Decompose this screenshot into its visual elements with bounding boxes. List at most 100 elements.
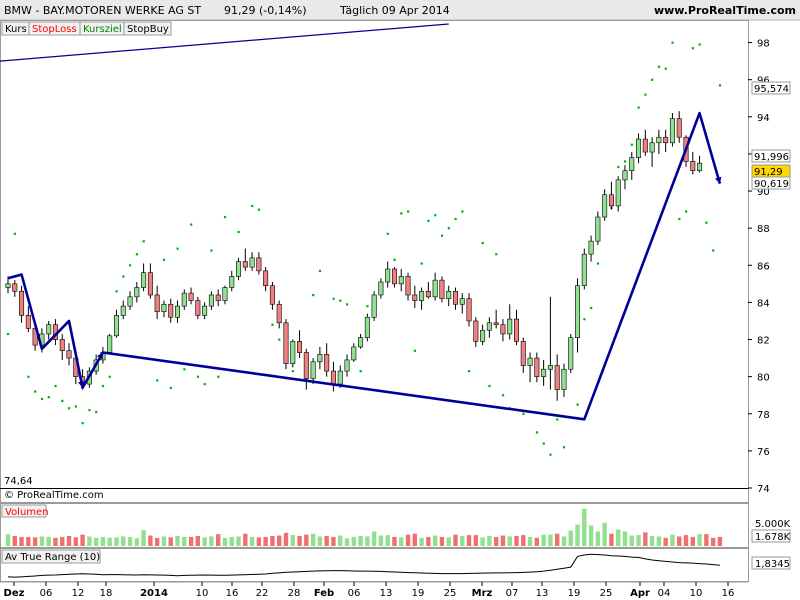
- stop-dot: [278, 338, 281, 341]
- volume-bar: [168, 537, 173, 546]
- date-tick-label: 16: [722, 588, 735, 599]
- stop-dot: [671, 41, 674, 44]
- price-tick-label: 80: [757, 373, 770, 384]
- date-tick-label: 22: [256, 588, 269, 599]
- candle-body: [25, 315, 31, 329]
- candle-body: [283, 322, 289, 364]
- volume-bar: [514, 536, 519, 546]
- volume-bar: [643, 532, 648, 546]
- candle-body: [412, 294, 418, 301]
- date-tick-label: 16: [226, 588, 239, 599]
- candle-body: [595, 216, 601, 242]
- price-tick-label: 86: [757, 261, 770, 272]
- candle-body: [575, 285, 581, 338]
- atr-panel-frame: [0, 548, 749, 582]
- candle-body: [175, 305, 181, 318]
- target-price-tag-text: 95,574: [754, 84, 789, 95]
- volume-bar: [690, 536, 695, 546]
- stop-dot: [101, 384, 105, 388]
- candlesticks: [5, 111, 703, 401]
- volume-bar: [87, 536, 92, 546]
- volume-bar: [127, 536, 133, 546]
- volume-bar: [256, 537, 262, 546]
- candle-body: [541, 368, 547, 377]
- volume-bar: [26, 536, 31, 546]
- volume-bar: [548, 534, 553, 546]
- stop-dot: [74, 405, 77, 408]
- date-tick-label: 19: [412, 588, 425, 599]
- candle-body: [154, 294, 160, 312]
- candle-body: [358, 337, 364, 348]
- volume-bar: [222, 537, 228, 546]
- volume-bar: [100, 536, 106, 546]
- candle-body: [378, 281, 384, 296]
- candle-body: [398, 276, 404, 285]
- candle-body: [486, 322, 492, 331]
- volume-bar: [229, 536, 234, 546]
- stop-dot: [196, 375, 200, 378]
- volume-bar: [466, 535, 472, 546]
- candle-body: [615, 179, 621, 207]
- stop-dot: [535, 431, 539, 434]
- stop-dot: [122, 275, 125, 278]
- candle-body: [466, 298, 472, 322]
- volume-bar: [636, 535, 641, 546]
- stop-dot: [7, 332, 10, 336]
- price-tick-label: 98: [757, 39, 770, 50]
- last-price-tag-text: 91,29: [754, 167, 783, 178]
- candle-body: [561, 368, 567, 390]
- date-tick-label: 06: [40, 588, 53, 599]
- candle-body: [290, 341, 296, 364]
- candle-body: [636, 138, 642, 158]
- stop-dot: [556, 418, 559, 421]
- stop-dot: [617, 165, 620, 169]
- volume-bar: [344, 538, 350, 546]
- stop-dot: [420, 262, 423, 265]
- volume-bar: [378, 535, 384, 546]
- volume-bar: [534, 537, 540, 546]
- date-tick-label: 13: [380, 588, 393, 599]
- stop-dot: [135, 253, 139, 256]
- volume-bar: [263, 536, 268, 546]
- tab-kurs-label: Kurs: [5, 24, 27, 35]
- date-tick-label: Apr: [630, 588, 650, 599]
- candle-body: [493, 322, 499, 325]
- stop-dot: [495, 253, 498, 256]
- stop-dot: [400, 212, 403, 215]
- stop-dot: [413, 349, 416, 352]
- stop-dot: [698, 43, 701, 46]
- volume-bar: [175, 536, 180, 546]
- volume-bar: [575, 524, 580, 546]
- stop-dot: [312, 293, 315, 297]
- candle-body: [202, 305, 208, 316]
- candle-body: [697, 162, 703, 171]
- stop-dot: [583, 318, 586, 321]
- candle-body: [168, 303, 174, 318]
- stop-dots: [7, 41, 722, 456]
- stop-dot: [549, 453, 552, 456]
- volume-bar: [710, 537, 716, 546]
- volume-bar: [670, 534, 675, 546]
- price-tick-label: 88: [757, 224, 770, 235]
- candle-body: [642, 138, 648, 153]
- volume-bar: [32, 537, 38, 546]
- volume-bar: [419, 537, 424, 546]
- date-tick-label: Dez: [4, 588, 25, 599]
- candle-body: [371, 294, 377, 318]
- date-tick-label: 25: [600, 588, 613, 599]
- volume-bar: [385, 535, 390, 546]
- price-tick-label: 82: [757, 336, 770, 347]
- candle-body: [324, 354, 330, 372]
- volume-bar: [249, 536, 255, 546]
- candle-body: [215, 294, 221, 301]
- stop-dot: [251, 204, 254, 208]
- upper-price-tag-text: 91,996: [754, 152, 789, 163]
- candle-body: [66, 350, 72, 359]
- stop-dot: [651, 78, 654, 81]
- stop-dot: [461, 210, 464, 213]
- volume-label: Volumen: [5, 507, 49, 518]
- volume-bar: [358, 536, 363, 546]
- candle-body: [344, 359, 350, 372]
- candle-body: [161, 303, 167, 312]
- candle-body: [500, 324, 506, 335]
